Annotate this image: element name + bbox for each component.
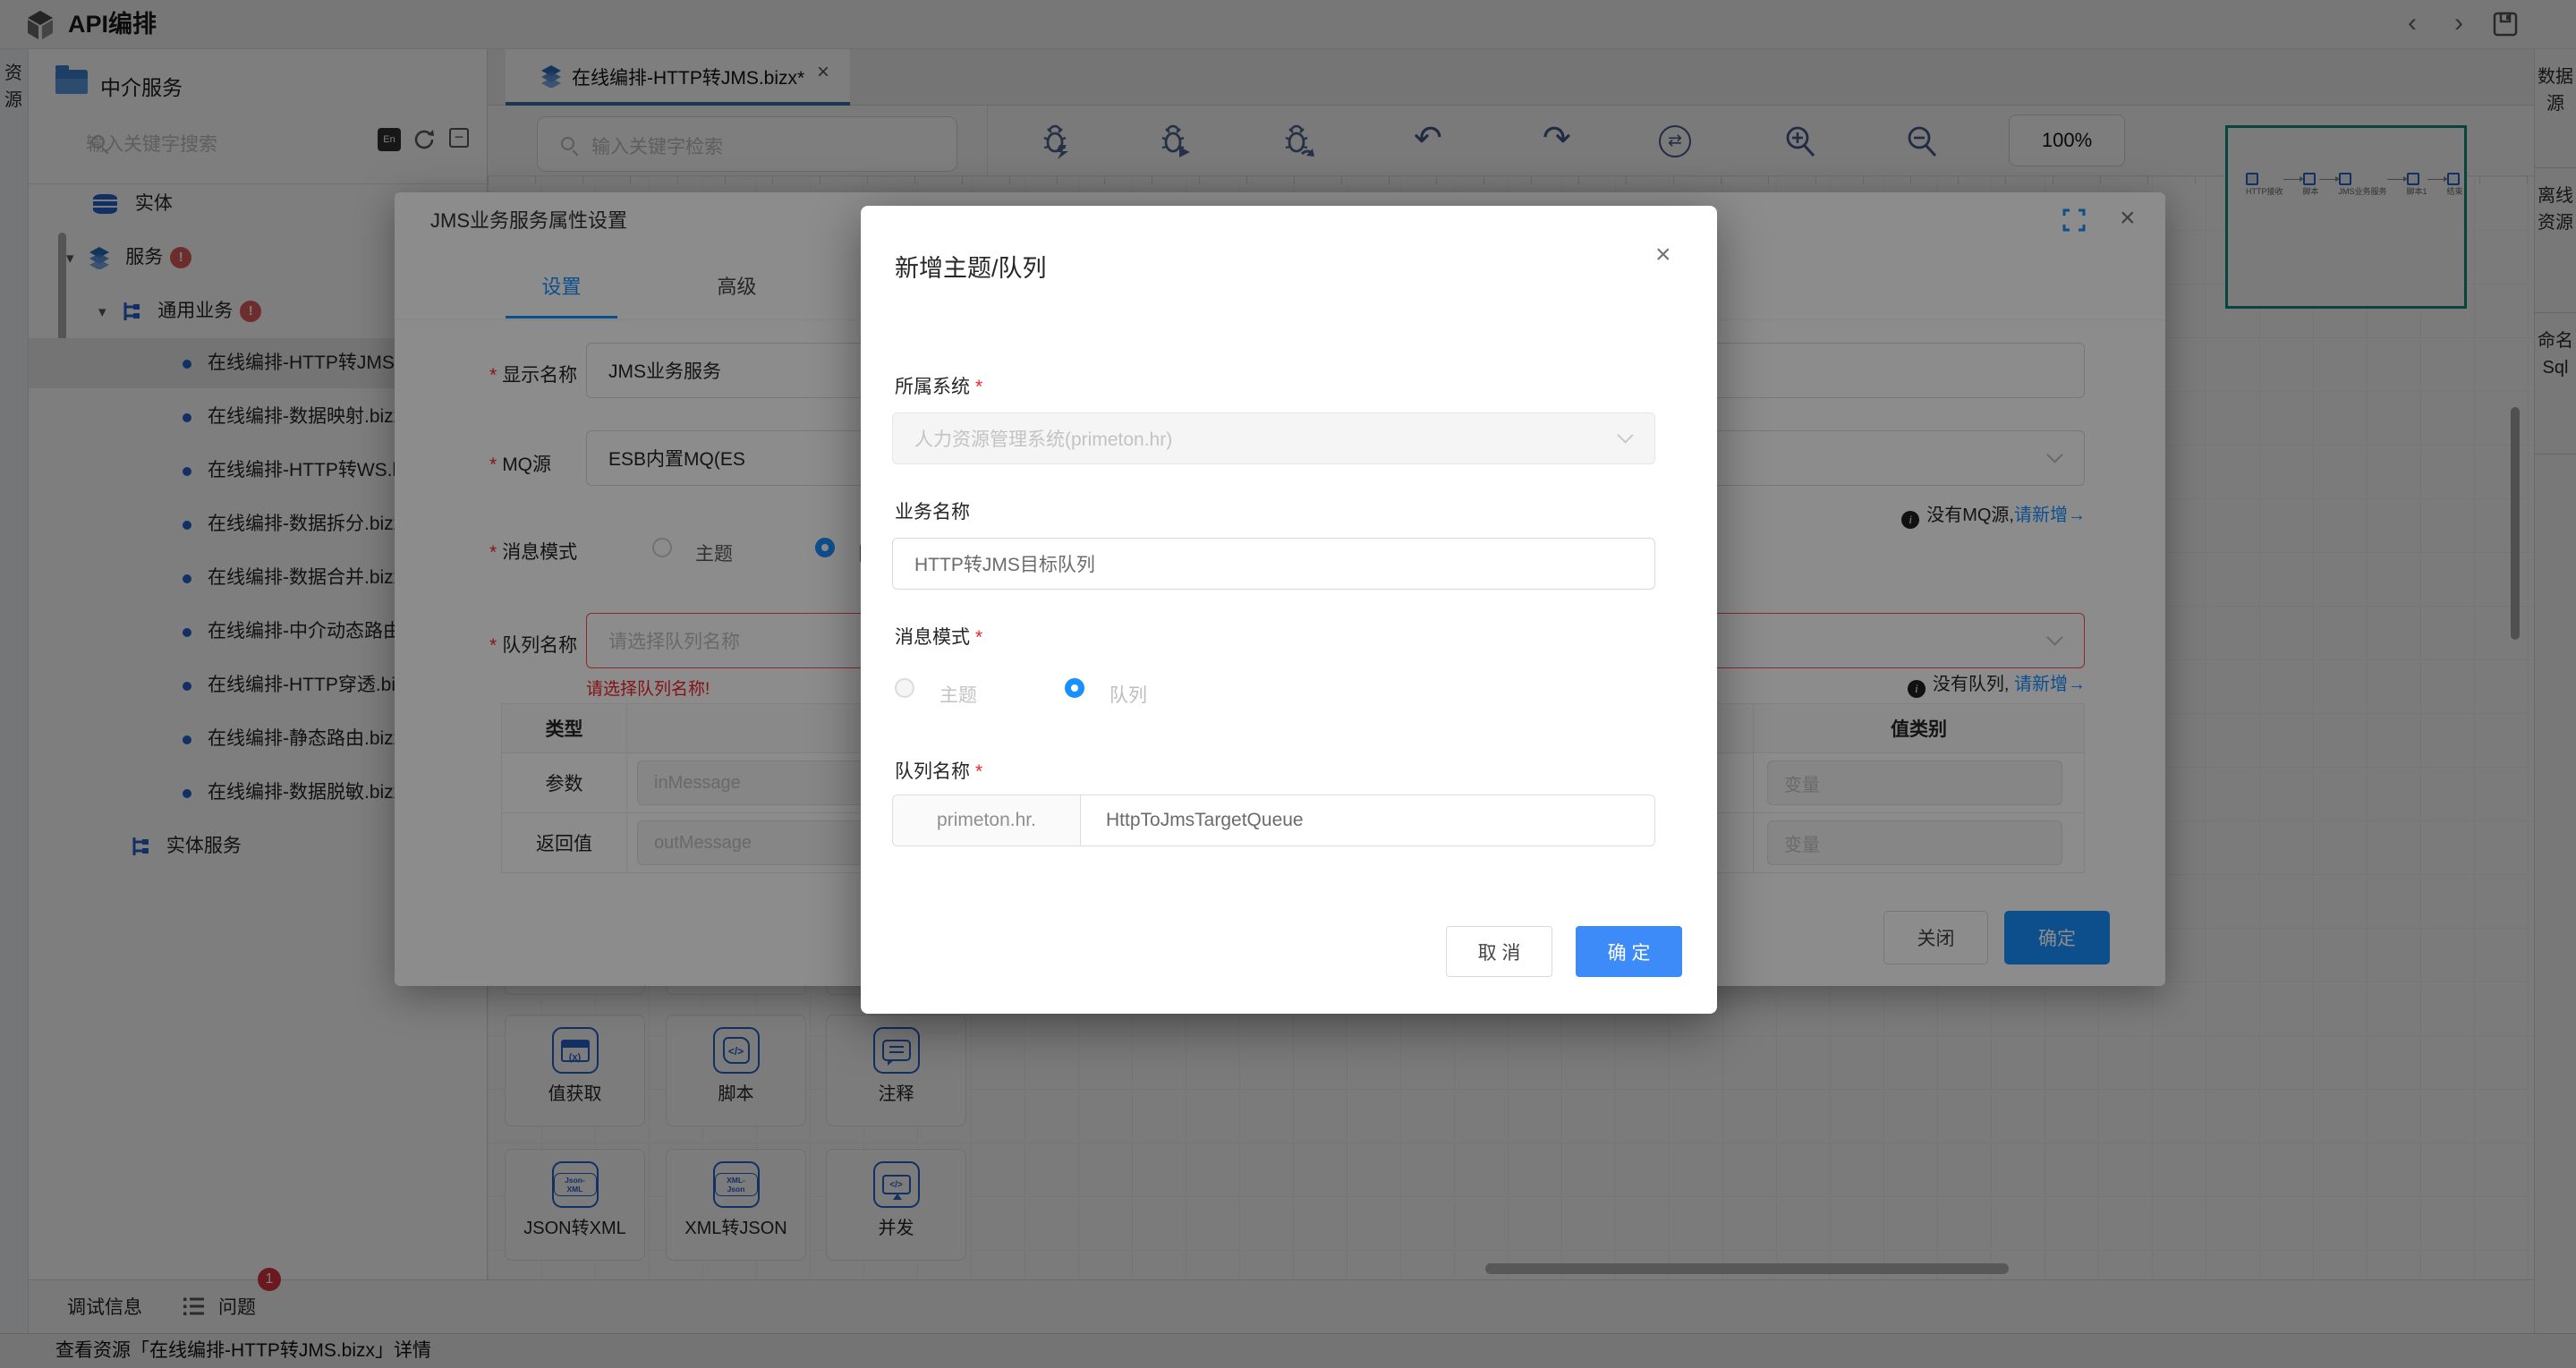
radio-queue-label: 队列 <box>1109 681 1147 708</box>
system-select-disabled[interactable]: 人力资源管理系统(primeton.hr) <box>892 412 1655 464</box>
field-label-system: 所属系统* <box>895 372 988 399</box>
cancel-button[interactable]: 取 消 <box>1446 926 1552 977</box>
screen: API编排 ‹ › 资源 中介服务 输入关键字搜索 En − 实体 ▾ <box>0 0 2576 1368</box>
radio-topic-disabled <box>895 678 914 698</box>
radio-topic-label: 主题 <box>939 681 977 708</box>
ok-button[interactable]: 确 定 <box>1576 926 1682 977</box>
field-label-message-mode: 消息模式* <box>895 623 988 650</box>
add-topic-queue-modal: × 新增主题/队列 所属系统* 人力资源管理系统(primeton.hr) 业务… <box>861 206 1717 1014</box>
business-name-input[interactable]: HTTP转JMS目标队列 <box>892 538 1655 590</box>
app-root: API编排 ‹ › 资源 中介服务 输入关键字搜索 En − 实体 ▾ <box>0 0 2576 1368</box>
chevron-down-icon <box>1617 427 1633 443</box>
modal-close-icon[interactable]: × <box>1655 242 1671 268</box>
field-label-business-name: 业务名称 <box>895 497 970 524</box>
queue-name-prefix: primeton.hr. <box>893 795 1081 845</box>
queue-name-input[interactable]: HttpToJmsTargetQueue <box>1081 795 1654 845</box>
modal-title: 新增主题/队列 <box>895 249 1047 284</box>
radio-queue-checked[interactable] <box>1065 678 1084 698</box>
field-label-queue-name: 队列名称* <box>895 757 988 784</box>
queue-name-group: primeton.hr. HttpToJmsTargetQueue <box>892 794 1655 846</box>
